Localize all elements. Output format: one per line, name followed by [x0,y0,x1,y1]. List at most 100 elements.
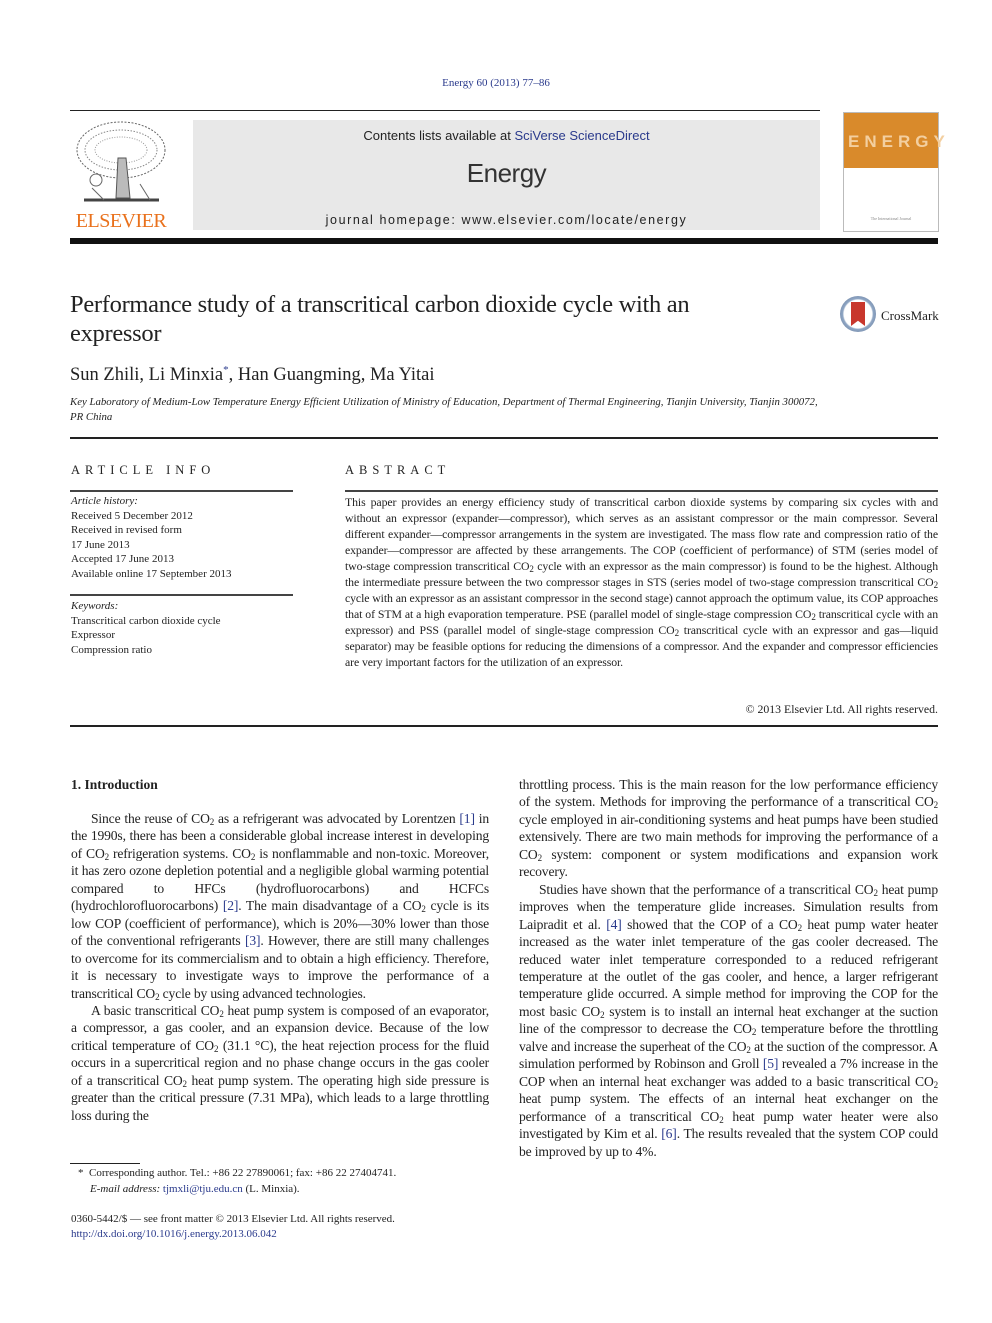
text-fragment: CO [136,985,156,1001]
abstract-heading: ABSTRACT [345,463,451,477]
citation-link[interactable]: [2] [223,898,239,913]
corresponding-text: Corresponding author. Tel.: +86 22 27890… [89,1167,397,1179]
text-fragment: refrigeration systems. [108,845,233,861]
citation-link[interactable]: [6] [661,1126,677,1141]
text-fragment: CO [700,1108,720,1124]
text-fragment: CO [915,794,934,810]
citation-link[interactable]: [4] [606,917,622,932]
contents-prefix: Contents lists available at [363,128,515,143]
paragraph: A basic transcritical CO2 heat pump syst… [71,1002,489,1124]
divider [70,725,938,727]
keywords-label: Keywords: [71,600,119,612]
body-column-left: Since the reuse of CO2 as a refrigerant … [71,810,489,1124]
section-heading-introduction: 1. Introduction [71,777,158,792]
text-fragment: showed that the COP of a [621,916,779,932]
email-link[interactable]: tjmxli@tju.edu.cn [163,1183,243,1195]
header-thick-rule [70,238,938,244]
text-fragment: CO [581,1003,601,1019]
journal-cover-thumbnail[interactable]: ENERGY The International Journal [843,112,950,232]
text-fragment: throttling process. This is the main rea… [519,777,938,810]
history-item: Available online 17 September 2013 [71,567,232,580]
paragraph: Studies have shown that the performance … [519,881,938,1160]
text-fragment: cycle employed in air-conditioning syste… [519,811,938,845]
header-top-rule [70,110,820,111]
sciencedirect-link[interactable]: SciVerse ScienceDirect [514,128,649,143]
author-name[interactable]: Ma Yitai [370,365,435,385]
elsevier-logo[interactable]: ELSEVIER [70,118,172,233]
copyright-notice: © 2013 Elsevier Ltd. All rights reserved… [745,702,938,716]
text-fragment: CO [402,898,422,914]
email-label: E-mail address: [90,1182,161,1195]
journal-header-box: Contents lists available at SciVerse Sci… [193,120,820,230]
history-item: Accepted 17 June 2013 [71,553,174,565]
issn-line: 0360-5442/$ — see front matter © 2013 El… [71,1213,395,1225]
homepage-url-link[interactable]: www.elsevier.com/locate/energy [461,213,687,227]
subscript: 2 [933,800,939,811]
text-fragment: Since the reuse of [91,811,192,826]
text-fragment: CO [727,1038,747,1054]
article-history: Article history: Received 5 December 201… [71,494,231,581]
text-fragment: CO [733,1021,752,1037]
divider [70,490,293,492]
text-fragment: Studies have shown that the performance … [539,881,855,897]
text-fragment: CO [191,811,210,826]
author-name[interactable]: Sun Zhili [70,365,139,385]
text-fragment: CO [519,846,538,862]
history-item: Received in revised form [71,524,182,536]
homepage-prefix: journal homepage: [325,213,462,227]
divider [70,594,293,596]
citation-link[interactable]: [5] [763,1056,779,1071]
doi-link[interactable]: http://dx.doi.org/10.1016/j.energy.2013.… [71,1228,277,1240]
text-fragment: CO [915,1073,934,1089]
paragraph: Since the reuse of CO2 as a refrigerant … [71,810,489,1002]
journal-name: Energy [466,158,547,188]
keyword: Compression ratio [71,643,152,656]
subscript: 2 [933,579,939,590]
text-fragment: CO [854,881,874,897]
history-item: Received 5 December 2012 [71,509,193,522]
cover-title: ENERGY [848,132,950,151]
keywords: Keywords: Transcritical carbon dioxide c… [71,599,221,657]
keyword: Expressor [71,629,115,641]
journal-homepage-line: journal homepage: www.elsevier.com/locat… [193,213,820,227]
text-fragment: CO [778,916,798,932]
corresponding-author-note: * Corresponding author. Tel.: +86 22 278… [78,1167,397,1179]
text-fragment: CO [232,845,251,861]
divider [345,490,938,492]
text-fragment: CO [86,845,105,861]
elsevier-wordmark: ELSEVIER [75,210,167,232]
footnote: * Corresponding author. Tel.: +86 22 278… [78,1166,396,1197]
divider [70,437,938,439]
footnote-rule [70,1163,140,1164]
crossmark-label: CrossMark [881,308,939,323]
text-fragment: A basic transcritical [91,1002,201,1018]
corresponding-author-mark[interactable]: * [223,364,229,376]
abstract-text: This paper provides an energy efficiency… [345,495,938,670]
author-name[interactable]: Han Guangming [238,365,361,385]
elsevier-tree-icon [76,121,166,202]
text-fragment: cycle by using advanced technologies. [159,985,366,1001]
issn-block: 0360-5442/$ — see front matter © 2013 El… [71,1212,395,1242]
crossmark-button[interactable]: CrossMark [840,296,940,334]
paragraph: throttling process. This is the main rea… [519,776,938,881]
body-column-right: throttling process. This is the main rea… [519,776,938,1160]
keyword: Transcritical carbon dioxide cycle [71,614,221,627]
history-label: Article history: [71,495,138,507]
citation-link[interactable]: [1] [459,811,475,826]
text-fragment: CO [200,1002,220,1018]
email-suffix: (L. Minxia). [245,1182,300,1195]
text-fragment: CO [195,1037,214,1053]
cover-subtitle: The International Journal [870,216,912,221]
text-fragment: as a refrigerant was advocated by Lorent… [214,811,460,826]
affiliation: Key Laboratory of Medium-Low Temperature… [70,396,818,423]
subscript: 2 [933,1079,939,1090]
text-fragment: system: component or system modification… [519,846,938,880]
text-fragment: CO [163,1072,183,1088]
journal-reference-link[interactable]: Energy 60 (2013) 77–86 [0,77,992,89]
author-list: Sun Zhili, Li Minxia*, Han Guangming, Ma… [70,364,435,386]
contents-line: Contents lists available at SciVerse Sci… [193,128,820,143]
author-name[interactable]: Li Minxia [149,365,224,385]
subscript: 2 [873,887,878,898]
citation-link[interactable]: [3] [245,933,261,948]
article-title: Performance study of a transcritical car… [70,291,690,347]
